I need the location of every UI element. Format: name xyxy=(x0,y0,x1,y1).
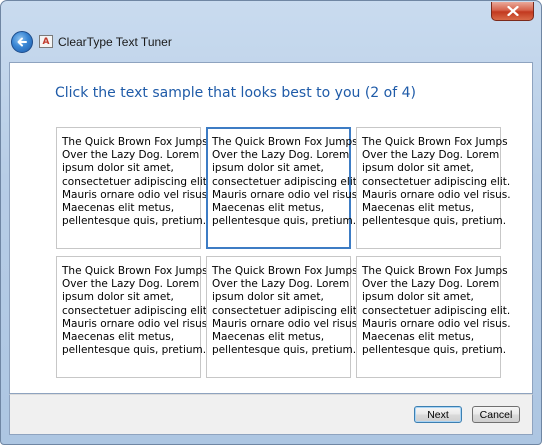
text-sample-3[interactable]: The Quick Brown Fox Jumps Over the Lazy … xyxy=(356,127,511,249)
text-sample-6[interactable]: The Quick Brown Fox Jumps Over the Lazy … xyxy=(356,256,511,378)
cleartype-app-icon: A xyxy=(39,35,53,48)
text-sample-text: The Quick Brown Fox Jumps Over the Lazy … xyxy=(62,136,211,228)
next-button[interactable]: Next xyxy=(414,406,462,423)
close-icon xyxy=(506,6,519,16)
text-sample-4[interactable]: The Quick Brown Fox Jumps Over the Lazy … xyxy=(56,256,211,378)
cleartype-tuner-window: A ClearType Text Tuner Click the text sa… xyxy=(0,0,542,445)
text-sample-5[interactable]: The Quick Brown Fox Jumps Over the Lazy … xyxy=(206,256,361,378)
text-sample-text: The Quick Brown Fox Jumps Over the Lazy … xyxy=(212,265,361,357)
button-bar: Next Cancel xyxy=(9,394,533,435)
page-heading: Click the text sample that looks best to… xyxy=(55,85,416,101)
window-title: ClearType Text Tuner xyxy=(58,35,172,49)
text-sample-1[interactable]: The Quick Brown Fox Jumps Over the Lazy … xyxy=(56,127,211,249)
text-sample-text: The Quick Brown Fox Jumps Over the Lazy … xyxy=(62,265,211,357)
back-arrow-icon xyxy=(17,37,27,47)
back-button[interactable] xyxy=(11,31,33,53)
text-sample-text: The Quick Brown Fox Jumps Over the Lazy … xyxy=(212,136,361,228)
text-sample-text: The Quick Brown Fox Jumps Over the Lazy … xyxy=(362,265,511,357)
content-panel: Click the text sample that looks best to… xyxy=(9,62,533,394)
close-button[interactable] xyxy=(491,2,534,21)
cancel-button[interactable]: Cancel xyxy=(472,406,520,423)
text-sample-text: The Quick Brown Fox Jumps Over the Lazy … xyxy=(362,136,511,228)
text-sample-2[interactable]: The Quick Brown Fox Jumps Over the Lazy … xyxy=(206,127,361,249)
